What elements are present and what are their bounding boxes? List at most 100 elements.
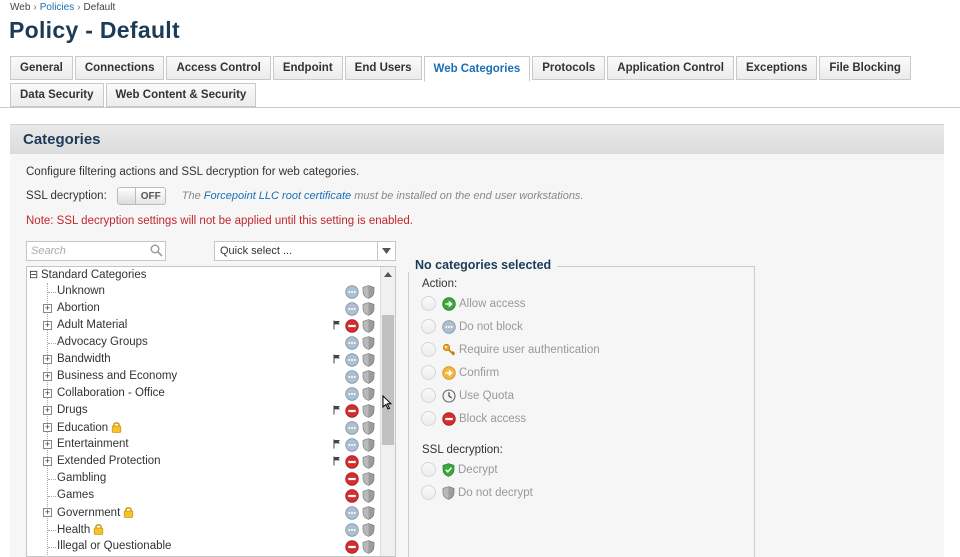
tree-item[interactable]: + Drugs	[27, 403, 379, 420]
chevron-down-icon[interactable]	[377, 242, 395, 260]
tree-item[interactable]: Gambling	[27, 471, 379, 488]
tree-item[interactable]: + Entertainment	[27, 437, 379, 454]
tree-connector	[48, 343, 56, 344]
tree-item[interactable]: Health	[27, 522, 379, 539]
expand-icon[interactable]: +	[43, 372, 52, 381]
expand-icon[interactable]: +	[43, 355, 52, 364]
tree-item-label: Drugs	[57, 404, 88, 416]
option-block-access[interactable]: Block access	[421, 410, 526, 427]
radio-button[interactable]	[421, 485, 436, 500]
tab-protocols[interactable]: Protocols	[532, 56, 606, 80]
expand-icon[interactable]: +	[43, 508, 52, 517]
not-block-icon	[345, 353, 359, 370]
tab-connections[interactable]: Connections	[74, 56, 165, 80]
root-certificate-link[interactable]: Forcepoint LLC root certificate	[204, 190, 351, 202]
breadcrumb-policies[interactable]: Policies	[40, 2, 74, 13]
tree-item-label: Health	[57, 523, 104, 538]
shield-icon	[362, 302, 375, 319]
scroll-thumb[interactable]	[382, 315, 394, 445]
radio-button[interactable]	[421, 411, 436, 426]
no-decrypt-shield-icon	[442, 485, 458, 500]
breadcrumb: Web › Policies › Default	[10, 2, 115, 13]
expand-icon[interactable]: +	[43, 457, 52, 466]
action-label: Action:	[422, 278, 458, 290]
option-require-user-authentication[interactable]: Require user authentication	[421, 341, 600, 358]
radio-button[interactable]	[421, 319, 436, 334]
ssl-warning: Note: SSL decryption settings will not b…	[26, 215, 413, 227]
tab-bar-row-1: General Connections Access Control Endpoint…	[10, 56, 913, 82]
tab-file-blocking[interactable]: File Blocking	[819, 56, 911, 80]
tab-general[interactable]: General	[10, 56, 73, 80]
radio-button[interactable]	[421, 342, 436, 357]
expand-icon[interactable]: +	[43, 406, 52, 415]
collapse-icon[interactable]: ⊟	[29, 269, 38, 280]
tree-item[interactable]: + Government	[27, 505, 379, 522]
tab-endpoint[interactable]: Endpoint	[272, 56, 343, 80]
block-icon	[345, 472, 359, 489]
tree-item[interactable]: Unknown	[27, 284, 379, 301]
not-block-icon	[345, 302, 359, 319]
radio-button[interactable]	[421, 388, 436, 403]
search-input[interactable]	[26, 241, 166, 261]
tab-data-security[interactable]: Data Security	[10, 83, 104, 107]
expand-icon[interactable]: +	[43, 321, 52, 330]
expand-icon[interactable]: +	[43, 389, 52, 398]
tree-item[interactable]: + Collaboration - Office	[27, 386, 379, 403]
radio-button[interactable]	[421, 296, 436, 311]
tree-root-standard-categories[interactable]: ⊟ Standard Categories	[29, 269, 146, 281]
tree-item[interactable]: Illegal or Questionable	[27, 539, 379, 556]
tab-exceptions[interactable]: Exceptions	[735, 56, 818, 80]
tab-application-control[interactable]: Application Control	[607, 56, 734, 80]
breadcrumb-web[interactable]: Web	[10, 2, 30, 13]
shield-icon	[362, 489, 375, 506]
radio-button[interactable]	[421, 462, 436, 477]
tree-item[interactable]: Advocacy Groups	[27, 335, 379, 352]
tree-connector	[48, 496, 56, 497]
option-use-quota[interactable]: Use Quota	[421, 387, 514, 404]
option-label: Use Quota	[459, 389, 514, 402]
shield-icon	[362, 506, 375, 523]
tree-item-status	[329, 319, 379, 333]
tree-item[interactable]: + Bandwidth	[27, 352, 379, 369]
flag-icon	[333, 354, 341, 367]
tab-access-control[interactable]: Access Control	[166, 56, 271, 80]
option-do-not-block[interactable]: Do not block	[421, 318, 523, 335]
expand-icon[interactable]: +	[43, 440, 52, 449]
tree-item-label: Unknown	[57, 285, 105, 297]
option-decrypt[interactable]: Decrypt	[421, 461, 498, 478]
ssl-note-post: must be installed on the end user workst…	[351, 190, 584, 202]
not-block-icon	[345, 523, 359, 540]
breadcrumb-sep: ›	[77, 2, 81, 13]
tree-item-status	[329, 370, 379, 384]
option-allow-access[interactable]: Allow access	[421, 295, 525, 312]
option-label: Do not block	[459, 320, 523, 333]
search-icon[interactable]	[150, 244, 163, 257]
expand-icon[interactable]: +	[43, 423, 52, 432]
tree-item[interactable]: + Business and Economy	[27, 369, 379, 386]
shield-icon	[362, 370, 375, 387]
tree-scrollbar[interactable]	[380, 267, 395, 556]
tree-item[interactable]: + Abortion	[27, 301, 379, 318]
allow-icon	[442, 296, 459, 311]
tab-web-categories[interactable]: Web Categories	[423, 56, 531, 82]
ssl-decryption-toggle[interactable]: OFF	[116, 187, 166, 205]
tree-item[interactable]: + Extended Protection	[27, 454, 379, 471]
quick-select-dropdown[interactable]: Quick select ...	[214, 241, 396, 261]
clock-icon	[442, 388, 459, 403]
option-label: Allow access	[459, 297, 526, 310]
option-do-not-decrypt[interactable]: Do not decrypt	[421, 484, 533, 501]
tree-item[interactable]: + Adult Material	[27, 318, 379, 335]
tab-web-content-security[interactable]: Web Content & Security	[105, 83, 257, 107]
scroll-up-arrow-icon[interactable]	[384, 272, 392, 277]
details-ssl-label: SSL decryption:	[422, 444, 503, 456]
tree-item[interactable]: Games	[27, 488, 379, 505]
radio-button[interactable]	[421, 365, 436, 380]
tree-item-label: Bandwidth	[57, 353, 111, 365]
expand-icon[interactable]: +	[43, 304, 52, 313]
tree-item-status	[329, 353, 379, 367]
option-confirm[interactable]: Confirm	[421, 364, 499, 381]
mouse-cursor-icon	[382, 395, 392, 410]
tab-end-users[interactable]: End Users	[344, 56, 422, 80]
key-icon	[442, 343, 459, 357]
tree-item[interactable]: + Education	[27, 420, 379, 437]
